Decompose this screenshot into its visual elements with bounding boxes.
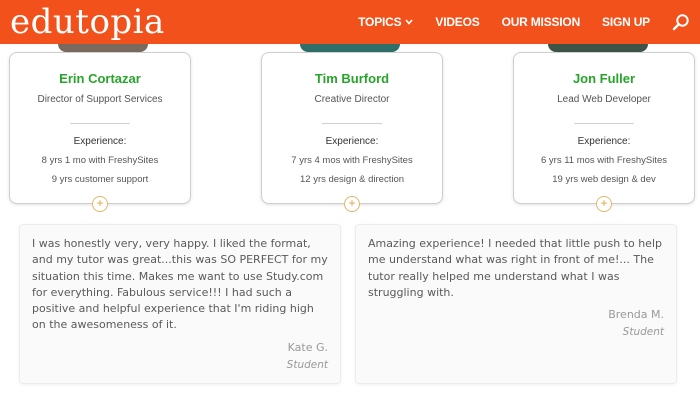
divider	[574, 123, 634, 124]
chevron-down-icon	[405, 17, 414, 27]
experience-item: 8 yrs 1 mo with FreshySites	[41, 155, 159, 166]
search-icon[interactable]	[672, 13, 690, 31]
profile-card-erin: Erin Cortazar Director of Support Servic…	[9, 52, 191, 212]
profile-role: Creative Director	[314, 94, 390, 105]
quote-line: on the awesomeness of it.	[32, 318, 177, 332]
experience-label: Experience:	[73, 136, 127, 147]
quote-line: me understand what was right in front of…	[368, 253, 654, 267]
quote-line: positive and helpful experience that I'm…	[32, 302, 314, 316]
experience-item: 19 yrs web design & dev	[552, 174, 656, 185]
main-nav: TOPICS VIDEOS OUR MISSION SIGN UP	[358, 0, 700, 44]
testimonial-author-role: Student	[286, 359, 328, 371]
profile-role: Director of Support Services	[37, 94, 163, 105]
experience-item: 7 yrs 4 mos with FreshySites	[291, 155, 413, 166]
quote-line: struggling with.	[368, 285, 454, 299]
testimonial-card-brenda: Amazing experience! I needed that little…	[355, 224, 677, 384]
expand-plus-icon[interactable]: +	[596, 196, 612, 212]
testimonial-card-kate: I was honestly very, very happy. I liked…	[19, 224, 341, 384]
testimonial-author: Kate G.	[287, 341, 328, 354]
testimonial-quote: Amazing experience! I needed that little…	[368, 236, 664, 301]
experience-item: 12 yrs design & direction	[299, 174, 405, 185]
quote-line: Amazing experience! I needed that little…	[368, 237, 662, 250]
avatar-jon	[548, 44, 648, 52]
profile-name: Jon Fuller	[572, 71, 636, 86]
site-logo[interactable]: edutopia	[10, 2, 165, 42]
profile-name: Erin Cortazar	[59, 71, 141, 86]
profile-name: Tim Burford	[314, 71, 390, 86]
quote-line: situation this time. Makes me want to us…	[32, 269, 324, 283]
experience-label: Experience:	[577, 136, 631, 147]
nav-videos[interactable]: VIDEOS	[435, 15, 479, 29]
divider	[322, 123, 382, 124]
site-header: edutopia TOPICS VIDEOS OUR MISSION SIGN …	[0, 0, 700, 44]
profile-role: Lead Web Developer	[557, 94, 651, 105]
avatar-erin	[58, 44, 148, 52]
profile-card-jon: Jon Fuller Lead Web Developer Experience…	[513, 52, 695, 212]
nav-sign-up[interactable]: SIGN UP	[602, 15, 650, 29]
expand-plus-icon[interactable]: +	[344, 196, 360, 212]
nav-our-mission[interactable]: OUR MISSION	[502, 15, 581, 29]
quote-line: for everything. Fabulous service!!! I ha…	[32, 285, 293, 299]
quote-line: I was honestly very, very happy. I liked…	[32, 237, 311, 250]
testimonial-author: Brenda M.	[608, 308, 664, 321]
expand-plus-icon[interactable]: +	[92, 196, 108, 212]
experience-label: Experience:	[325, 136, 379, 147]
nav-topics[interactable]: TOPICS	[358, 15, 414, 29]
quote-line: tutor really helped me understand what I…	[368, 269, 620, 283]
testimonial-quote: I was honestly very, very happy. I liked…	[32, 236, 328, 334]
experience-item: 6 yrs 11 mos with FreshySites	[540, 155, 667, 166]
avatar-tim	[300, 44, 400, 52]
nav-topics-label: TOPICS	[358, 15, 402, 29]
profile-card-tim: Tim Burford Creative Director Experience…	[261, 52, 443, 212]
testimonial-author-role: Student	[622, 326, 664, 338]
quote-line: and my tutor was great...this was SO PER…	[32, 253, 328, 267]
experience-item: 9 yrs customer support	[51, 174, 149, 185]
divider	[70, 123, 130, 124]
